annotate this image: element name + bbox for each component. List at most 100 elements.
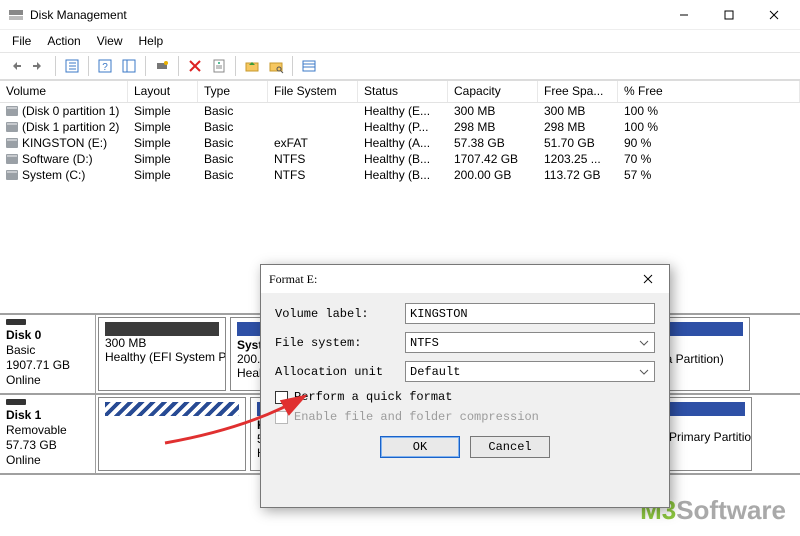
- help-icon[interactable]: ?: [94, 55, 116, 77]
- col-filesystem[interactable]: File System: [268, 81, 358, 102]
- cell-status: Healthy (B...: [358, 168, 448, 182]
- allocation-unit-label: Allocation unit: [275, 365, 405, 379]
- cell-status: Healthy (A...: [358, 136, 448, 150]
- col-capacity[interactable]: Capacity: [448, 81, 538, 102]
- col-status[interactable]: Status: [358, 81, 448, 102]
- cell-status: Healthy (B...: [358, 152, 448, 166]
- cell-free: 113.72 GB: [538, 168, 618, 182]
- disk-label[interactable]: Disk 1Removable57.73 GBOnline: [0, 395, 96, 473]
- maximize-button[interactable]: [706, 0, 751, 30]
- disk-type: Removable: [6, 423, 89, 437]
- cell-fs: NTFS: [268, 152, 358, 166]
- disk-label[interactable]: Disk 0Basic1907.71 GBOnline: [0, 315, 96, 393]
- cell-volume: (Disk 1 partition 2): [0, 120, 128, 134]
- file-system-select[interactable]: NTFS: [405, 332, 655, 353]
- table-row[interactable]: Software (D:)SimpleBasicNTFSHealthy (B..…: [0, 151, 800, 167]
- cell-fs: exFAT: [268, 136, 358, 150]
- partition-stripe: [105, 322, 219, 336]
- menu-bar: File Action View Help: [0, 30, 800, 52]
- cell-fs: NTFS: [268, 168, 358, 182]
- app-icon: [8, 7, 24, 23]
- cell-pctfree: 90 %: [618, 136, 710, 150]
- volume-table-header[interactable]: Volume Layout Type File System Status Ca…: [0, 81, 800, 103]
- ok-button[interactable]: OK: [380, 436, 460, 458]
- checkbox-icon: [275, 411, 288, 424]
- folder-search-icon[interactable]: [265, 55, 287, 77]
- cell-capacity: 298 MB: [448, 120, 538, 134]
- cell-layout: Simple: [128, 136, 198, 150]
- partition-line1: 300 MB: [105, 336, 219, 350]
- cell-pctfree: 70 %: [618, 152, 710, 166]
- col-layout[interactable]: Layout: [128, 81, 198, 102]
- forward-icon[interactable]: [28, 55, 50, 77]
- toolbar: ?: [0, 52, 800, 80]
- table-row[interactable]: (Disk 1 partition 2)SimpleBasicHealthy (…: [0, 119, 800, 135]
- list-icon[interactable]: [298, 55, 320, 77]
- disk-icon: [6, 399, 26, 405]
- chevron-down-icon: [636, 364, 652, 380]
- dialog-close-button[interactable]: [635, 266, 661, 292]
- cell-capacity: 300 MB: [448, 104, 538, 118]
- show-hide-tree-icon[interactable]: [61, 55, 83, 77]
- cell-type: Basic: [198, 120, 268, 134]
- disk-size: 1907.71 GB: [6, 358, 89, 372]
- disk-status: Online: [6, 453, 89, 467]
- col-freespace[interactable]: Free Spa...: [538, 81, 618, 102]
- allocation-unit-value: Default: [410, 365, 460, 379]
- delete-icon[interactable]: [184, 55, 206, 77]
- menu-action[interactable]: Action: [39, 32, 88, 50]
- cell-capacity: 200.00 GB: [448, 168, 538, 182]
- disk-partition[interactable]: [98, 397, 246, 471]
- cell-volume: (Disk 0 partition 1): [0, 104, 128, 118]
- quick-format-label: Perform a quick format: [294, 390, 452, 404]
- cell-type: Basic: [198, 104, 268, 118]
- volume-icon: [6, 154, 18, 164]
- table-row[interactable]: (Disk 0 partition 1)SimpleBasicHealthy (…: [0, 103, 800, 119]
- cancel-button[interactable]: Cancel: [470, 436, 550, 458]
- cell-capacity: 1707.42 GB: [448, 152, 538, 166]
- file-system-label: File system:: [275, 336, 405, 350]
- disk-icon: [6, 319, 26, 325]
- file-system-value: NTFS: [410, 336, 439, 350]
- volume-icon: [6, 106, 18, 116]
- volume-label-input[interactable]: [405, 303, 655, 324]
- chevron-down-icon: [636, 335, 652, 351]
- checkbox-icon: [275, 391, 288, 404]
- partition-stripe: [105, 402, 239, 416]
- properties-icon[interactable]: [208, 55, 230, 77]
- cell-free: 51.70 GB: [538, 136, 618, 150]
- col-pctfree[interactable]: % Free: [618, 81, 800, 102]
- cell-volume: Software (D:): [0, 152, 128, 166]
- cell-capacity: 57.38 GB: [448, 136, 538, 150]
- refresh-icon[interactable]: [151, 55, 173, 77]
- table-row[interactable]: KINGSTON (E:)SimpleBasicexFATHealthy (A.…: [0, 135, 800, 151]
- col-type[interactable]: Type: [198, 81, 268, 102]
- col-volume[interactable]: Volume: [0, 81, 128, 102]
- settings-icon[interactable]: [118, 55, 140, 77]
- cell-pctfree: 100 %: [618, 104, 710, 118]
- menu-help[interactable]: Help: [131, 32, 172, 50]
- close-button[interactable]: [751, 0, 796, 30]
- table-row[interactable]: System (C:)SimpleBasicNTFSHealthy (B...2…: [0, 167, 800, 183]
- allocation-unit-select[interactable]: Default: [405, 361, 655, 382]
- format-dialog: Format E: Volume label: File system: NTF…: [260, 264, 670, 508]
- cell-status: Healthy (E...: [358, 104, 448, 118]
- back-icon[interactable]: [4, 55, 26, 77]
- cell-free: 1203.25 ...: [538, 152, 618, 166]
- menu-view[interactable]: View: [89, 32, 131, 50]
- dialog-titlebar[interactable]: Format E:: [261, 265, 669, 293]
- cell-pctfree: 100 %: [618, 120, 710, 134]
- disk-partition[interactable]: 300 MBHealthy (EFI System P: [98, 317, 226, 391]
- volume-icon: [6, 138, 18, 148]
- menu-file[interactable]: File: [4, 32, 39, 50]
- disk-name: Disk 1: [6, 408, 89, 422]
- volume-label-label: Volume label:: [275, 307, 405, 321]
- cell-type: Basic: [198, 152, 268, 166]
- cell-free: 298 MB: [538, 120, 618, 134]
- watermark-text: Software: [676, 495, 786, 525]
- volume-table-body[interactable]: (Disk 0 partition 1)SimpleBasicHealthy (…: [0, 103, 800, 183]
- minimize-button[interactable]: [661, 0, 706, 30]
- folder-up-icon[interactable]: [241, 55, 263, 77]
- disk-type: Basic: [6, 343, 89, 357]
- quick-format-checkbox[interactable]: Perform a quick format: [275, 390, 655, 404]
